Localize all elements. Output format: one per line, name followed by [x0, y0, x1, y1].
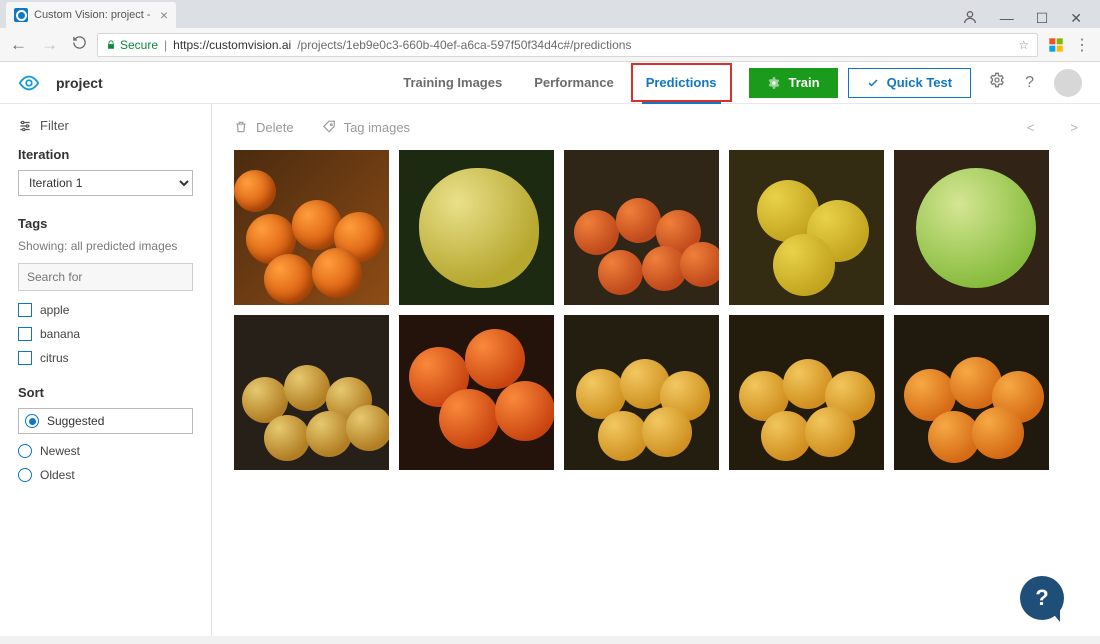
account-icon[interactable]: [962, 9, 978, 28]
user-avatar[interactable]: [1054, 69, 1082, 97]
tags-hint: Showing: all predicted images: [18, 239, 193, 253]
secure-indicator: Secure: [106, 38, 158, 52]
window-controls: — ☐ ✕: [962, 0, 1100, 36]
help-icon[interactable]: ?: [1025, 74, 1034, 92]
address-bar[interactable]: Secure | https://customvision.ai/project…: [97, 33, 1038, 57]
prediction-thumb[interactable]: [234, 150, 389, 305]
trash-icon: [234, 120, 248, 134]
prediction-thumb[interactable]: [729, 315, 884, 470]
project-name: project: [56, 75, 103, 91]
delete-button[interactable]: Delete: [234, 120, 294, 135]
nav-predictions[interactable]: Predictions: [630, 62, 733, 103]
customvision-logo-icon: [18, 72, 40, 94]
filter-heading: Filter: [18, 118, 193, 133]
tag-images-button[interactable]: Tag images: [322, 120, 410, 135]
windows-logo-icon: [1048, 37, 1064, 53]
lock-icon: [106, 40, 116, 50]
page-prev[interactable]: <: [1027, 120, 1035, 135]
sidebar: Filter Iteration Iteration 1 Tags Showin…: [0, 104, 212, 636]
reload-icon[interactable]: [72, 35, 87, 55]
close-tab-icon[interactable]: ×: [160, 7, 168, 23]
tags-heading: Tags: [18, 216, 193, 231]
tag-icon: [322, 120, 336, 134]
page-next[interactable]: >: [1070, 120, 1078, 135]
sort-radio-suggested[interactable]: Suggested: [18, 408, 193, 434]
minimize-icon[interactable]: —: [1000, 10, 1014, 26]
sort-radio-oldest[interactable]: Oldest: [18, 468, 193, 482]
tab-title: Custom Vision: project -: [34, 9, 151, 21]
nav-training-images[interactable]: Training Images: [387, 62, 518, 103]
settings-gear-icon[interactable]: [989, 72, 1005, 93]
nav-performance[interactable]: Performance: [518, 62, 629, 103]
url-path: /projects/1eb9e0c3-660b-40ef-a6ca-597f50…: [297, 38, 631, 52]
gear-icon: [767, 76, 781, 90]
iteration-heading: Iteration: [18, 147, 193, 162]
iteration-select[interactable]: Iteration 1: [18, 170, 193, 196]
tag-checkbox-apple[interactable]: apple: [18, 303, 193, 317]
prediction-thumb[interactable]: [564, 315, 719, 470]
maximize-icon[interactable]: ☐: [1036, 10, 1049, 27]
check-icon: [867, 77, 879, 89]
tag-search-input[interactable]: [18, 263, 193, 291]
train-button[interactable]: Train: [749, 68, 838, 98]
tag-checkbox-citrus[interactable]: citrus: [18, 351, 193, 365]
prediction-thumb[interactable]: [399, 315, 554, 470]
prediction-thumb[interactable]: [564, 150, 719, 305]
forward-icon[interactable]: →: [41, 35, 58, 55]
browser-menu-icon[interactable]: ⋮: [1074, 35, 1090, 55]
browser-tab[interactable]: Custom Vision: project - ×: [6, 2, 176, 28]
tab-favicon: [14, 8, 28, 22]
url-host: https://customvision.ai: [173, 38, 291, 52]
prediction-thumb[interactable]: [729, 150, 884, 305]
sort-heading: Sort: [18, 385, 193, 400]
main-nav: Training Images Performance Predictions …: [387, 62, 1082, 103]
tag-checkbox-banana[interactable]: banana: [18, 327, 193, 341]
quick-test-button[interactable]: Quick Test: [848, 68, 972, 98]
main-content: Delete Tag images < >: [212, 104, 1100, 636]
close-window-icon[interactable]: ✕: [1070, 10, 1082, 27]
prediction-thumb[interactable]: [894, 315, 1049, 470]
sort-radio-newest[interactable]: Newest: [18, 444, 193, 458]
help-chat-button[interactable]: ?: [1020, 576, 1064, 620]
back-icon[interactable]: ←: [10, 35, 27, 55]
sliders-icon: [18, 119, 32, 133]
predictions-grid: [234, 150, 1078, 470]
prediction-thumb[interactable]: [234, 315, 389, 470]
prediction-thumb[interactable]: [399, 150, 554, 305]
prediction-thumb[interactable]: [894, 150, 1049, 305]
bookmark-star-icon[interactable]: ☆: [1018, 38, 1029, 52]
